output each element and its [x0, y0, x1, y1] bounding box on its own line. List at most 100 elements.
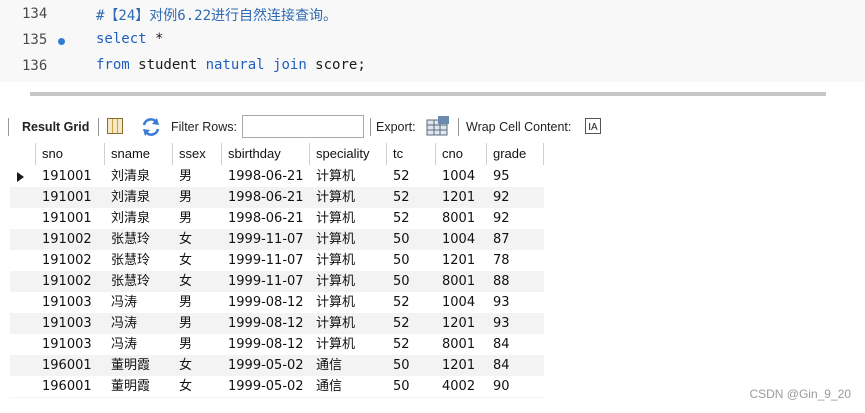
cell-ssex[interactable]: 男 [173, 313, 222, 334]
cell-grade[interactable]: 92 [487, 187, 544, 208]
cell-tc[interactable]: 52 [387, 313, 436, 334]
cell-sname[interactable]: 冯涛 [105, 292, 173, 313]
cell-sname[interactable]: 张慧玲 [105, 250, 173, 271]
cell-tc[interactable]: 50 [387, 355, 436, 376]
cell-sname[interactable]: 董明霞 [105, 355, 173, 376]
cell-sbirthday[interactable]: 1998-06-21 [222, 208, 310, 229]
cell-speciality[interactable]: 计算机 [310, 292, 387, 313]
row-selector[interactable] [10, 334, 36, 355]
column-header-sno[interactable]: sno [36, 143, 105, 165]
cell-sname[interactable]: 冯涛 [105, 313, 173, 334]
panel-splitter[interactable] [30, 92, 826, 96]
cell-tc[interactable]: 52 [387, 187, 436, 208]
grid-corner[interactable] [10, 143, 36, 165]
cell-cno[interactable]: 1004 [436, 166, 487, 187]
table-row[interactable]: 191003 冯涛男 1999-08-12 计算机 52 1004 93 [10, 292, 544, 313]
table-row[interactable]: 191002 张慧玲女 1999-11-07 计算机 50 1201 78 [10, 250, 544, 271]
cell-grade[interactable]: 93 [487, 292, 544, 313]
cell-tc[interactable]: 50 [387, 376, 436, 397]
table-row[interactable]: 191001 刘清泉男 1998-06-21 计算机 52 1201 92 [10, 187, 544, 208]
cell-grade[interactable]: 84 [487, 334, 544, 355]
grid-view-icon[interactable] [107, 118, 123, 134]
cell-ssex[interactable]: 男 [173, 334, 222, 355]
cell-sbirthday[interactable]: 1999-11-07 [222, 250, 310, 271]
cell-sno[interactable]: 191001 [36, 166, 105, 187]
cell-speciality[interactable]: 计算机 [310, 229, 387, 250]
cell-tc[interactable]: 50 [387, 250, 436, 271]
cell-ssex[interactable]: 男 [173, 187, 222, 208]
column-header-sname[interactable]: sname [105, 143, 173, 165]
cell-ssex[interactable]: 女 [173, 250, 222, 271]
refresh-icon[interactable] [140, 116, 162, 138]
cell-sno[interactable]: 191001 [36, 208, 105, 229]
cell-sno[interactable]: 191003 [36, 292, 105, 313]
cell-sbirthday[interactable]: 1999-08-12 [222, 292, 310, 313]
row-selector[interactable] [10, 292, 36, 313]
column-header-grade[interactable]: grade [487, 143, 544, 165]
cell-sbirthday[interactable]: 1998-06-21 [222, 166, 310, 187]
cell-sname[interactable]: 刘清泉 [105, 187, 173, 208]
cell-cno[interactable]: 8001 [436, 334, 487, 355]
cell-tc[interactable]: 52 [387, 208, 436, 229]
cell-grade[interactable]: 95 [487, 166, 544, 187]
cell-ssex[interactable]: 女 [173, 376, 222, 397]
cell-sbirthday[interactable]: 1999-08-12 [222, 334, 310, 355]
cell-cno[interactable]: 1201 [436, 187, 487, 208]
cell-tc[interactable]: 50 [387, 271, 436, 292]
cell-speciality[interactable]: 通信 [310, 355, 387, 376]
row-selector[interactable] [10, 250, 36, 271]
cell-cno[interactable]: 1201 [436, 355, 487, 376]
cell-sbirthday[interactable]: 1999-08-12 [222, 313, 310, 334]
cell-cno[interactable]: 8001 [436, 271, 487, 292]
table-row[interactable]: 191001 刘清泉男 1998-06-21 计算机 52 8001 92 [10, 208, 544, 229]
cell-sno[interactable]: 191003 [36, 334, 105, 355]
code-line[interactable]: 134 #【24】对例6.22进行自然连接查询。 [0, 3, 865, 29]
cell-ssex[interactable]: 女 [173, 229, 222, 250]
cell-sname[interactable]: 刘清泉 [105, 208, 173, 229]
cell-cno[interactable]: 1004 [436, 229, 487, 250]
table-row[interactable]: 196001 董明霞女 1999-05-02 通信 50 1201 84 [10, 355, 544, 376]
cell-cno[interactable]: 8001 [436, 208, 487, 229]
column-header-cno[interactable]: cno [436, 143, 487, 165]
cell-cno[interactable]: 1004 [436, 292, 487, 313]
row-selector[interactable] [10, 208, 36, 229]
cell-sno[interactable]: 191002 [36, 271, 105, 292]
code-line[interactable]: 135 select * [0, 29, 865, 55]
cell-ssex[interactable]: 男 [173, 208, 222, 229]
wrap-text-icon[interactable]: IA [585, 118, 601, 134]
cell-ssex[interactable]: 男 [173, 292, 222, 313]
row-selector[interactable] [10, 229, 36, 250]
cell-speciality[interactable]: 计算机 [310, 208, 387, 229]
cell-grade[interactable]: 84 [487, 355, 544, 376]
cell-cno[interactable]: 1201 [436, 313, 487, 334]
cell-speciality[interactable]: 计算机 [310, 271, 387, 292]
cell-sname[interactable]: 董明霞 [105, 376, 173, 397]
column-header-sbirthday[interactable]: sbirthday [222, 143, 310, 165]
cell-sname[interactable]: 冯涛 [105, 334, 173, 355]
cell-cno[interactable]: 4002 [436, 376, 487, 397]
row-selector[interactable] [10, 376, 36, 397]
cell-sno[interactable]: 191003 [36, 313, 105, 334]
cell-cno[interactable]: 1201 [436, 250, 487, 271]
table-row[interactable]: 191003 冯涛男 1999-08-12 计算机 52 8001 84 [10, 334, 544, 355]
code-line[interactable]: 136 from student natural join score; [0, 55, 865, 81]
cell-sno[interactable]: 196001 [36, 355, 105, 376]
cell-ssex[interactable]: 女 [173, 271, 222, 292]
cell-grade[interactable]: 90 [487, 376, 544, 397]
cell-grade[interactable]: 78 [487, 250, 544, 271]
cell-ssex[interactable]: 女 [173, 355, 222, 376]
cell-speciality[interactable]: 计算机 [310, 166, 387, 187]
filter-rows-input[interactable] [242, 115, 364, 138]
table-row[interactable]: 196001 董明霞女 1999-05-02 通信 50 4002 90 [10, 376, 544, 397]
table-row[interactable]: 191003 冯涛男 1999-08-12 计算机 52 1201 93 [10, 313, 544, 334]
cell-sbirthday[interactable]: 1999-11-07 [222, 271, 310, 292]
cell-sname[interactable]: 张慧玲 [105, 271, 173, 292]
table-row[interactable]: 191002 张慧玲女 1999-11-07 计算机 50 1004 87 [10, 229, 544, 250]
cell-tc[interactable]: 50 [387, 229, 436, 250]
cell-grade[interactable]: 92 [487, 208, 544, 229]
cell-tc[interactable]: 52 [387, 292, 436, 313]
cell-sbirthday[interactable]: 1999-05-02 [222, 355, 310, 376]
cell-grade[interactable]: 87 [487, 229, 544, 250]
row-selector[interactable] [10, 166, 36, 187]
cell-sname[interactable]: 张慧玲 [105, 229, 173, 250]
